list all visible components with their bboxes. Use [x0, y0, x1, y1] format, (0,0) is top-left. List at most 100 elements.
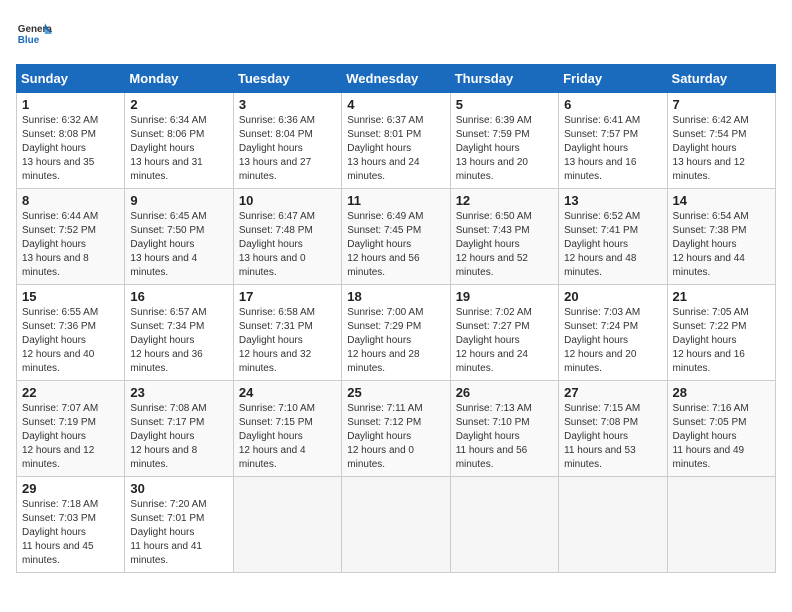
day-number: 2: [130, 97, 227, 112]
table-row: 14 Sunrise: 6:54 AM Sunset: 7:38 PM Dayl…: [667, 189, 775, 285]
table-row: 29 Sunrise: 7:18 AM Sunset: 7:03 PM Dayl…: [17, 477, 125, 573]
table-row: 22 Sunrise: 7:07 AM Sunset: 7:19 PM Dayl…: [17, 381, 125, 477]
day-number: 16: [130, 289, 227, 304]
table-row: 2 Sunrise: 6:34 AM Sunset: 8:06 PM Dayli…: [125, 93, 233, 189]
table-row: 30 Sunrise: 7:20 AM Sunset: 7:01 PM Dayl…: [125, 477, 233, 573]
calendar-week-row: 22 Sunrise: 7:07 AM Sunset: 7:19 PM Dayl…: [17, 381, 776, 477]
day-info: Sunrise: 7:08 AM Sunset: 7:17 PM Dayligh…: [130, 402, 227, 472]
table-row: 19 Sunrise: 7:02 AM Sunset: 7:27 PM Dayl…: [450, 285, 558, 381]
logo: General Blue: [16, 16, 52, 52]
day-number: 18: [347, 289, 444, 304]
day-number: 3: [239, 97, 336, 112]
table-row: 11 Sunrise: 6:49 AM Sunset: 7:45 PM Dayl…: [342, 189, 450, 285]
header-wednesday: Wednesday: [342, 65, 450, 93]
day-number: 26: [456, 385, 553, 400]
day-info: Sunrise: 6:36 AM Sunset: 8:04 PM Dayligh…: [239, 114, 336, 184]
calendar-week-row: 15 Sunrise: 6:55 AM Sunset: 7:36 PM Dayl…: [17, 285, 776, 381]
logo-icon: General Blue: [16, 16, 52, 52]
day-info: Sunrise: 6:34 AM Sunset: 8:06 PM Dayligh…: [130, 114, 227, 184]
day-number: 17: [239, 289, 336, 304]
table-row: [559, 477, 667, 573]
table-row: 25 Sunrise: 7:11 AM Sunset: 7:12 PM Dayl…: [342, 381, 450, 477]
day-number: 23: [130, 385, 227, 400]
header-thursday: Thursday: [450, 65, 558, 93]
day-info: Sunrise: 6:50 AM Sunset: 7:43 PM Dayligh…: [456, 210, 553, 280]
day-number: 13: [564, 193, 661, 208]
day-number: 21: [673, 289, 770, 304]
day-number: 22: [22, 385, 119, 400]
page-header: General Blue: [16, 16, 776, 52]
day-number: 5: [456, 97, 553, 112]
table-row: 12 Sunrise: 6:50 AM Sunset: 7:43 PM Dayl…: [450, 189, 558, 285]
day-number: 19: [456, 289, 553, 304]
table-row: [667, 477, 775, 573]
header-friday: Friday: [559, 65, 667, 93]
header-monday: Monday: [125, 65, 233, 93]
table-row: 24 Sunrise: 7:10 AM Sunset: 7:15 PM Dayl…: [233, 381, 341, 477]
table-row: 8 Sunrise: 6:44 AM Sunset: 7:52 PM Dayli…: [17, 189, 125, 285]
day-info: Sunrise: 7:13 AM Sunset: 7:10 PM Dayligh…: [456, 402, 553, 472]
day-info: Sunrise: 6:52 AM Sunset: 7:41 PM Dayligh…: [564, 210, 661, 280]
table-row: 1 Sunrise: 6:32 AM Sunset: 8:08 PM Dayli…: [17, 93, 125, 189]
day-info: Sunrise: 7:20 AM Sunset: 7:01 PM Dayligh…: [130, 498, 227, 568]
day-info: Sunrise: 6:39 AM Sunset: 7:59 PM Dayligh…: [456, 114, 553, 184]
day-number: 1: [22, 97, 119, 112]
day-info: Sunrise: 7:05 AM Sunset: 7:22 PM Dayligh…: [673, 306, 770, 376]
table-row: 7 Sunrise: 6:42 AM Sunset: 7:54 PM Dayli…: [667, 93, 775, 189]
day-number: 11: [347, 193, 444, 208]
day-number: 20: [564, 289, 661, 304]
day-info: Sunrise: 7:07 AM Sunset: 7:19 PM Dayligh…: [22, 402, 119, 472]
day-number: 24: [239, 385, 336, 400]
day-info: Sunrise: 6:55 AM Sunset: 7:36 PM Dayligh…: [22, 306, 119, 376]
day-info: Sunrise: 7:00 AM Sunset: 7:29 PM Dayligh…: [347, 306, 444, 376]
table-row: [450, 477, 558, 573]
table-row: 10 Sunrise: 6:47 AM Sunset: 7:48 PM Dayl…: [233, 189, 341, 285]
day-number: 28: [673, 385, 770, 400]
day-info: Sunrise: 6:42 AM Sunset: 7:54 PM Dayligh…: [673, 114, 770, 184]
table-row: 5 Sunrise: 6:39 AM Sunset: 7:59 PM Dayli…: [450, 93, 558, 189]
calendar-header-row: SundayMondayTuesdayWednesdayThursdayFrid…: [17, 65, 776, 93]
day-info: Sunrise: 7:02 AM Sunset: 7:27 PM Dayligh…: [456, 306, 553, 376]
table-row: 3 Sunrise: 6:36 AM Sunset: 8:04 PM Dayli…: [233, 93, 341, 189]
table-row: 13 Sunrise: 6:52 AM Sunset: 7:41 PM Dayl…: [559, 189, 667, 285]
day-number: 7: [673, 97, 770, 112]
table-row: 6 Sunrise: 6:41 AM Sunset: 7:57 PM Dayli…: [559, 93, 667, 189]
day-number: 9: [130, 193, 227, 208]
calendar-table: SundayMondayTuesdayWednesdayThursdayFrid…: [16, 64, 776, 573]
table-row: 15 Sunrise: 6:55 AM Sunset: 7:36 PM Dayl…: [17, 285, 125, 381]
table-row: 26 Sunrise: 7:13 AM Sunset: 7:10 PM Dayl…: [450, 381, 558, 477]
table-row: 9 Sunrise: 6:45 AM Sunset: 7:50 PM Dayli…: [125, 189, 233, 285]
calendar-week-row: 1 Sunrise: 6:32 AM Sunset: 8:08 PM Dayli…: [17, 93, 776, 189]
day-number: 4: [347, 97, 444, 112]
table-row: 16 Sunrise: 6:57 AM Sunset: 7:34 PM Dayl…: [125, 285, 233, 381]
day-info: Sunrise: 7:15 AM Sunset: 7:08 PM Dayligh…: [564, 402, 661, 472]
calendar-week-row: 8 Sunrise: 6:44 AM Sunset: 7:52 PM Dayli…: [17, 189, 776, 285]
day-info: Sunrise: 7:18 AM Sunset: 7:03 PM Dayligh…: [22, 498, 119, 568]
table-row: 17 Sunrise: 6:58 AM Sunset: 7:31 PM Dayl…: [233, 285, 341, 381]
day-info: Sunrise: 6:49 AM Sunset: 7:45 PM Dayligh…: [347, 210, 444, 280]
svg-text:Blue: Blue: [18, 35, 40, 46]
day-info: Sunrise: 6:32 AM Sunset: 8:08 PM Dayligh…: [22, 114, 119, 184]
day-info: Sunrise: 6:57 AM Sunset: 7:34 PM Dayligh…: [130, 306, 227, 376]
day-number: 15: [22, 289, 119, 304]
table-row: 27 Sunrise: 7:15 AM Sunset: 7:08 PM Dayl…: [559, 381, 667, 477]
day-info: Sunrise: 6:44 AM Sunset: 7:52 PM Dayligh…: [22, 210, 119, 280]
day-info: Sunrise: 6:45 AM Sunset: 7:50 PM Dayligh…: [130, 210, 227, 280]
table-row: 28 Sunrise: 7:16 AM Sunset: 7:05 PM Dayl…: [667, 381, 775, 477]
table-row: [233, 477, 341, 573]
day-number: 30: [130, 481, 227, 496]
day-number: 14: [673, 193, 770, 208]
table-row: 20 Sunrise: 7:03 AM Sunset: 7:24 PM Dayl…: [559, 285, 667, 381]
day-info: Sunrise: 6:54 AM Sunset: 7:38 PM Dayligh…: [673, 210, 770, 280]
day-number: 12: [456, 193, 553, 208]
calendar-week-row: 29 Sunrise: 7:18 AM Sunset: 7:03 PM Dayl…: [17, 477, 776, 573]
day-info: Sunrise: 6:47 AM Sunset: 7:48 PM Dayligh…: [239, 210, 336, 280]
day-info: Sunrise: 7:11 AM Sunset: 7:12 PM Dayligh…: [347, 402, 444, 472]
header-tuesday: Tuesday: [233, 65, 341, 93]
day-info: Sunrise: 6:37 AM Sunset: 8:01 PM Dayligh…: [347, 114, 444, 184]
table-row: 21 Sunrise: 7:05 AM Sunset: 7:22 PM Dayl…: [667, 285, 775, 381]
day-info: Sunrise: 6:41 AM Sunset: 7:57 PM Dayligh…: [564, 114, 661, 184]
table-row: 18 Sunrise: 7:00 AM Sunset: 7:29 PM Dayl…: [342, 285, 450, 381]
table-row: 23 Sunrise: 7:08 AM Sunset: 7:17 PM Dayl…: [125, 381, 233, 477]
table-row: 4 Sunrise: 6:37 AM Sunset: 8:01 PM Dayli…: [342, 93, 450, 189]
